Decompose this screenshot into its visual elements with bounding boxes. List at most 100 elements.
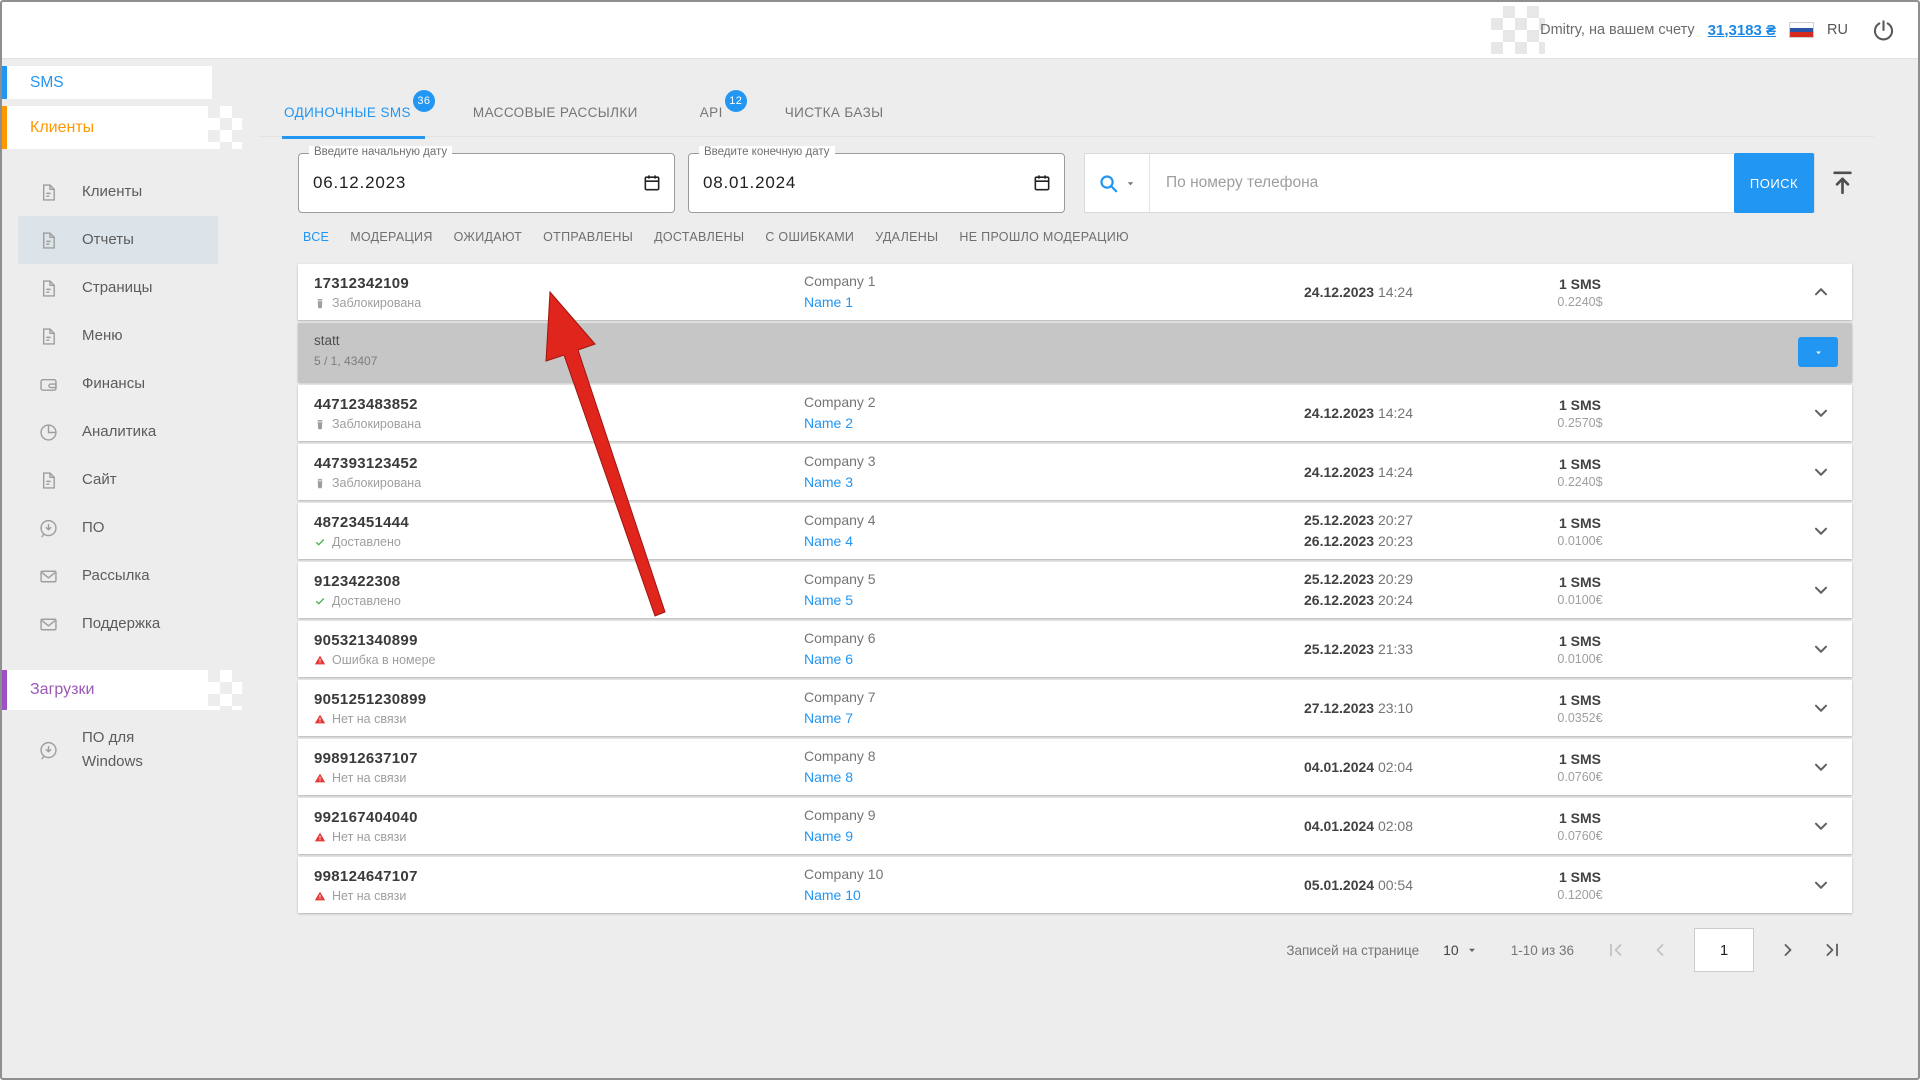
- calendar-icon[interactable]: [1032, 173, 1052, 193]
- sidebar-item[interactable]: Страницы: [18, 264, 218, 312]
- sidebar-item[interactable]: Финансы: [18, 360, 218, 408]
- sidebar-section-downloads[interactable]: Загрузки: [2, 670, 242, 710]
- status-filter-chip[interactable]: МОДЕРАЦИЯ: [350, 230, 432, 244]
- date-cell: 04.01.2024 02:04: [1304, 758, 1490, 777]
- sms-price: 0.0760€: [1557, 769, 1603, 784]
- sender-name-link[interactable]: Name 7: [804, 710, 853, 726]
- tab[interactable]: МАССОВЫЕ РАССЫЛКИ: [471, 88, 652, 136]
- sms-price: 0.1200€: [1557, 887, 1603, 902]
- next-page-button[interactable]: [1778, 940, 1798, 960]
- sidebar-item[interactable]: Рассылка: [18, 552, 218, 600]
- tab[interactable]: API 12: [698, 88, 747, 136]
- sms-count: 1 SMS: [1558, 868, 1601, 885]
- pie-icon: [38, 422, 59, 443]
- expand-row-icon[interactable]: [1810, 520, 1832, 542]
- date-from-field[interactable]: Введите начальную дату 06.12.2023: [298, 146, 675, 213]
- ru-flag-icon[interactable]: [1789, 22, 1815, 38]
- table-row[interactable]: 17312342109 Заблокирована Company 1 Name…: [298, 264, 1852, 320]
- first-page-button[interactable]: [1606, 940, 1626, 960]
- message-time: 14:24: [1377, 463, 1414, 480]
- sidebar-section-clients[interactable]: Клиенты: [2, 106, 242, 149]
- status-filter-chip[interactable]: ДОСТАВЛЕНЫ: [654, 230, 744, 244]
- per-page-select[interactable]: 10: [1443, 942, 1479, 958]
- status-filter-chip[interactable]: НЕ ПРОШЛО МОДЕРАЦИЮ: [959, 230, 1129, 244]
- status-label: Нет на связи: [332, 770, 407, 785]
- expand-row-icon[interactable]: [1810, 461, 1832, 483]
- sender-name-link[interactable]: Name 10: [804, 887, 861, 903]
- document-icon: [38, 278, 59, 299]
- expand-row-icon[interactable]: [1810, 402, 1832, 424]
- sidebar-item[interactable]: ПО: [18, 504, 218, 552]
- sidebar-section-label: Загрузки: [30, 681, 95, 698]
- expand-detail-button[interactable]: [1798, 337, 1838, 367]
- pixel-decoration: [1491, 6, 1545, 54]
- table-row[interactable]: 447393123452 Заблокирована Company 3 Nam…: [298, 444, 1852, 500]
- search-input[interactable]: [1150, 174, 1734, 192]
- calendar-icon[interactable]: [642, 173, 662, 193]
- status-filter-chip[interactable]: ОТПРАВЛЕНЫ: [543, 230, 633, 244]
- status-filter-chip[interactable]: УДАЛЕНЫ: [875, 230, 938, 244]
- search-icon: [1097, 172, 1120, 195]
- last-page-button[interactable]: [1822, 940, 1842, 960]
- sidebar-item[interactable]: Меню: [18, 312, 218, 360]
- sidebar-item[interactable]: Аналитика: [18, 408, 218, 456]
- pagination-range: 1-10 из 36: [1510, 942, 1574, 958]
- page-number-box[interactable]: 1: [1694, 928, 1754, 972]
- table-row[interactable]: 48723451444 Доставлено Company 4 Name 4 …: [298, 503, 1852, 559]
- phone-number: 48723451444: [314, 513, 410, 531]
- expand-row-icon[interactable]: [1810, 874, 1832, 896]
- sidebar-item[interactable]: ПО для Windows: [18, 726, 218, 774]
- sidebar-item[interactable]: Клиенты: [18, 168, 218, 216]
- expand-row-icon[interactable]: [1810, 697, 1832, 719]
- message-date: 05.01.2024: [1304, 876, 1375, 893]
- sender-name-link[interactable]: Name 3: [804, 474, 853, 490]
- download-icon: [38, 740, 59, 761]
- sender-name-link[interactable]: Name 6: [804, 651, 853, 667]
- expand-row-icon[interactable]: [1810, 756, 1832, 778]
- wallet-icon: [38, 374, 59, 395]
- status-filter-chip[interactable]: ВСЕ: [303, 230, 329, 244]
- search-button[interactable]: ПОИСК: [1734, 153, 1814, 213]
- table-row[interactable]: 9051251230899 Нет на связи Company 7 Nam…: [298, 680, 1852, 736]
- status-label: Нет на связи: [332, 888, 407, 903]
- table-row[interactable]: 992167404040 Нет на связи Company 9 Name…: [298, 798, 1852, 854]
- status-filter-chip[interactable]: С ОШИБКАМИ: [765, 230, 854, 244]
- sms-count: 1 SMS: [1558, 275, 1601, 292]
- table-row[interactable]: 998912637107 Нет на связи Company 8 Name…: [298, 739, 1852, 795]
- collapse-row-icon[interactable]: [1810, 281, 1832, 303]
- sidebar-section-sms[interactable]: SMS: [2, 66, 212, 99]
- sidebar-item[interactable]: Сайт: [18, 456, 218, 504]
- expand-row-icon[interactable]: [1810, 638, 1832, 660]
- sms-price: 0.0100€: [1557, 592, 1603, 607]
- language-selector[interactable]: RU: [1827, 22, 1848, 38]
- sender-name-link[interactable]: Name 1: [804, 294, 853, 310]
- date-to-field[interactable]: Введите конечную дату 08.01.2024: [688, 146, 1065, 213]
- table-row[interactable]: 998124647107 Нет на связи Company 10 Nam…: [298, 857, 1852, 913]
- table-row[interactable]: 447123483852 Заблокирована Company 2 Nam…: [298, 385, 1852, 441]
- message-date: 25.12.2023: [1304, 571, 1375, 587]
- export-upload-icon[interactable]: [1828, 168, 1857, 197]
- table-row[interactable]: 9123422308 Доставлено Company 5 Name 5 2…: [298, 562, 1852, 618]
- tab-label: ЧИСТКА БАЗЫ: [784, 104, 884, 120]
- date-cell: 24.12.2023 14:24: [1304, 463, 1490, 482]
- prev-page-button[interactable]: [1650, 940, 1670, 960]
- logout-power-icon[interactable]: [1871, 18, 1896, 43]
- sender-name-link[interactable]: Name 5: [804, 592, 853, 608]
- tab[interactable]: ЧИСТКА БАЗЫ: [783, 88, 898, 136]
- warning-status-icon: [314, 772, 326, 784]
- sidebar-item[interactable]: Отчеты: [18, 216, 218, 264]
- tab[interactable]: ОДИНОЧНЫЕ SMS 36: [282, 88, 435, 139]
- table-row[interactable]: 905321340899 Ошибка в номере Company 6 N…: [298, 621, 1852, 677]
- expand-row-icon[interactable]: [1810, 815, 1832, 837]
- per-page-label: Записей на странице: [1286, 942, 1420, 958]
- sidebar-item[interactable]: Поддержка: [18, 600, 218, 648]
- expand-row-icon[interactable]: [1810, 579, 1832, 601]
- sms-price: 0.0760€: [1557, 828, 1603, 843]
- sender-name-link[interactable]: Name 2: [804, 415, 853, 431]
- balance-link[interactable]: 31,3183 ₴: [1708, 22, 1776, 39]
- sender-name-link[interactable]: Name 8: [804, 769, 853, 785]
- sender-name-link[interactable]: Name 4: [804, 533, 853, 549]
- status-filter-chip[interactable]: ОЖИДАЮТ: [454, 230, 522, 244]
- search-type-dropdown[interactable]: [1085, 154, 1149, 212]
- sender-name-link[interactable]: Name 9: [804, 828, 853, 844]
